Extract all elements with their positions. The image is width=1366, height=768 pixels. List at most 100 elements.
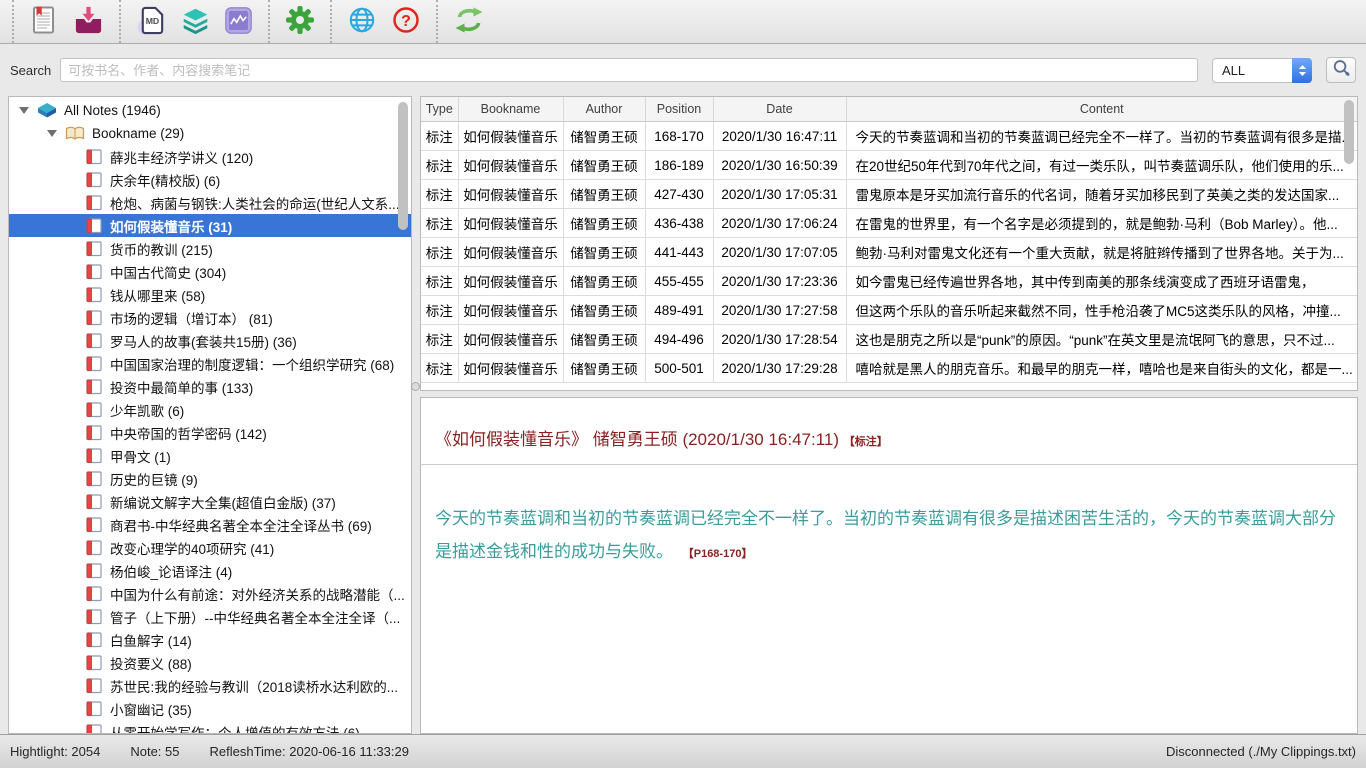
- tree-item-book[interactable]: 枪炮、病菌与钢铁:人类社会的命运(世纪人文系...: [9, 191, 411, 214]
- book-icon: [85, 632, 103, 648]
- note-detail-panel: 《如何假装懂音乐》 储智勇王硕 (2020/1/30 16:47:11) 【标注…: [420, 397, 1358, 734]
- note-row[interactable]: 标注如何假装懂音乐储智勇王硕186-1892020/1/30 16:50:39在…: [421, 151, 1357, 180]
- cell-content: 鲍勃·马利对雷鬼文化还有一个重大贡献，就是将脏辫传播到了世界各地。关于为...: [846, 238, 1357, 267]
- tree-item-label: 新编说文解字大全集(超值白金版) (37): [110, 492, 336, 512]
- column-header-author[interactable]: Author: [563, 97, 645, 122]
- book-icon: [85, 448, 103, 464]
- tree-item-book[interactable]: 中国为什么有前途：对外经济关系的战略潜能（...: [9, 582, 411, 605]
- book-icon: [85, 609, 103, 625]
- tree-item-book[interactable]: 如何假装懂音乐 (31): [9, 214, 411, 237]
- cell-bookname: 如何假装懂音乐: [458, 325, 563, 354]
- cell-author: 储智勇王硕: [563, 151, 645, 180]
- tree-item-book[interactable]: 中国古代简史 (304): [9, 260, 411, 283]
- filter-dropdown-value: ALL: [1222, 63, 1245, 78]
- cell-date: 2020/1/30 17:07:05: [713, 238, 846, 267]
- cell-bookname: 如何假装懂音乐: [458, 267, 563, 296]
- sidebar-scrollbar[interactable]: [398, 102, 408, 230]
- tree-item-book[interactable]: 白鱼解字 (14): [9, 628, 411, 651]
- tree-item-label: 中央帝国的哲学密码 (142): [110, 423, 267, 443]
- search-button[interactable]: [1326, 57, 1356, 83]
- tree-item-book[interactable]: 市场的逻辑（增订本） (81): [9, 306, 411, 329]
- column-header-position[interactable]: Position: [645, 97, 713, 122]
- tree-item-book[interactable]: 钱从哪里来 (58): [9, 283, 411, 306]
- book-icon: [85, 356, 103, 372]
- book-icon: [85, 264, 103, 280]
- import-clippings-button[interactable]: [66, 2, 111, 42]
- tree-item-book[interactable]: 投资要义 (88): [9, 651, 411, 674]
- cell-content: 这也是朋克之所以是“punk”的原因。“punk”在英文里是流氓阿飞的意思，只不…: [846, 325, 1357, 354]
- tree-item-label: 庆余年(精校版) (6): [110, 170, 220, 190]
- tree-item-label: 罗马人的故事(套装共15册) (36): [110, 331, 297, 351]
- book-icon: [85, 172, 103, 188]
- tree-item-label: 货币的教训 (215): [110, 239, 213, 259]
- tree-item-book[interactable]: 新编说文解字大全集(超值白金版) (37): [9, 490, 411, 513]
- refresh-button[interactable]: [446, 2, 492, 42]
- note-row[interactable]: 标注如何假装懂音乐储智勇王硕489-4912020/1/30 17:27:58但…: [421, 296, 1357, 325]
- tree-item-book[interactable]: 从零开始学写作：个人增值的有效方法 (6): [9, 720, 411, 734]
- column-header-date[interactable]: Date: [713, 97, 846, 122]
- export-markdown-button[interactable]: MD: [129, 2, 174, 42]
- note-row[interactable]: 标注如何假装懂音乐储智勇王硕427-4302020/1/30 17:05:31雷…: [421, 180, 1357, 209]
- column-header-content[interactable]: Content: [846, 97, 1357, 122]
- column-header-bookname[interactable]: Bookname: [458, 97, 563, 122]
- tree-item-label: 从零开始学写作：个人增值的有效方法 (6): [110, 722, 360, 735]
- tree-item-book[interactable]: 薛兆丰经济学讲义 (120): [9, 145, 411, 168]
- layers-button[interactable]: [174, 2, 217, 42]
- tree-item-book[interactable]: 管子（上下册）--中华经典名著全本全注全译（...: [9, 605, 411, 628]
- tree-item-book[interactable]: 中央帝国的哲学密码 (142): [9, 421, 411, 444]
- tree-item-label: 钱从哪里来 (58): [110, 285, 205, 305]
- tree-item-book[interactable]: 商君书-中华经典名著全本全注全译丛书 (69): [9, 513, 411, 536]
- tree-item-book[interactable]: 中国国家治理的制度逻辑：一个组织学研究 (68): [9, 352, 411, 375]
- table-header-row: TypeBooknameAuthorPositionDateContent: [421, 97, 1357, 122]
- note-row[interactable]: 标注如何假装懂音乐储智勇王硕441-4432020/1/30 17:07:05鲍…: [421, 238, 1357, 267]
- sync-icon: [453, 4, 485, 39]
- tree-item-book[interactable]: 投资中最简单的事 (133): [9, 375, 411, 398]
- disclosure-triangle-icon[interactable]: [19, 107, 29, 114]
- tree-item-label: 投资中最简单的事 (133): [110, 377, 253, 397]
- tree-item-book[interactable]: 苏世民:我的经验与教训（2018读桥水达利欧的...: [9, 674, 411, 697]
- note-row[interactable]: 标注如何假装懂音乐储智勇王硕168-1702020/1/30 16:47:11今…: [421, 122, 1357, 151]
- toolbar-separator: [268, 0, 270, 43]
- tree-item-book[interactable]: 少年凯歌 (6): [9, 398, 411, 421]
- book-icon: [85, 540, 103, 556]
- toolbar: MD: [0, 0, 1366, 44]
- tree-item-bookname[interactable]: Bookname (29): [9, 122, 411, 145]
- status-highlight-count: Hightlight: 2054: [10, 744, 100, 759]
- table-scrollbar[interactable]: [1344, 100, 1354, 164]
- website-button[interactable]: [340, 2, 384, 42]
- splitter-handle-icon[interactable]: [411, 382, 420, 391]
- note-row[interactable]: 标注如何假装懂音乐储智勇王硕455-4552020/1/30 17:23:36如…: [421, 267, 1357, 296]
- disclosure-triangle-icon[interactable]: [47, 130, 57, 137]
- tree-item-book[interactable]: 庆余年(精校版) (6): [9, 168, 411, 191]
- notes-document-button[interactable]: [22, 2, 66, 42]
- book-list: 薛兆丰经济学讲义 (120) 庆余年(精校版) (6) 枪炮、病菌与钢铁:人类社…: [9, 145, 411, 734]
- tree-item-all-notes[interactable]: All Notes (1946): [9, 99, 411, 122]
- chart-button[interactable]: [217, 2, 260, 42]
- note-row[interactable]: 标注如何假装懂音乐储智勇王硕436-4382020/1/30 17:06:24在…: [421, 209, 1357, 238]
- cell-date: 2020/1/30 16:50:39: [713, 151, 846, 180]
- svg-text:MD: MD: [146, 15, 160, 25]
- status-bar: Hightlight: 2054 Note: 55 RefleshTime: 2…: [0, 734, 1366, 768]
- note-row[interactable]: 标注如何假装懂音乐储智勇王硕500-5012020/1/30 17:29:28嘻…: [421, 354, 1357, 383]
- tree-item-book[interactable]: 改变心理学的40项研究 (41): [9, 536, 411, 559]
- detail-body: 今天的节奏蓝调和当初的节奏蓝调已经完全不一样了。当初的节奏蓝调有很多是描述困苦生…: [435, 509, 1336, 561]
- tree-item-book[interactable]: 货币的教训 (215): [9, 237, 411, 260]
- column-header-type[interactable]: Type: [421, 97, 458, 122]
- help-button[interactable]: ?: [384, 2, 428, 42]
- book-icon: [85, 678, 103, 694]
- tree-item-book[interactable]: 甲骨文 (1): [9, 444, 411, 467]
- tree-item-book[interactable]: 杨伯峻_论语译注 (4): [9, 559, 411, 582]
- cell-position: 186-189: [645, 151, 713, 180]
- search-input[interactable]: [60, 58, 1198, 82]
- book-icon: [85, 425, 103, 441]
- note-row[interactable]: 标注如何假装懂音乐储智勇王硕494-4962020/1/30 17:28:54这…: [421, 325, 1357, 354]
- tree-item-book[interactable]: 罗马人的故事(套装共15册) (36): [9, 329, 411, 352]
- tree-item-book[interactable]: 小窗幽记 (35): [9, 697, 411, 720]
- filter-dropdown[interactable]: ALL: [1212, 58, 1312, 83]
- cell-content: 雷鬼原本是牙买加流行音乐的代名词，随着牙买加移民到了英美之类的发达国家...: [846, 180, 1357, 209]
- settings-button[interactable]: [278, 2, 322, 42]
- tree-item-book[interactable]: 历史的巨镜 (9): [9, 467, 411, 490]
- notes-table: TypeBooknameAuthorPositionDateContent 标注…: [421, 97, 1357, 383]
- cell-position: 436-438: [645, 209, 713, 238]
- book-icon: [85, 586, 103, 602]
